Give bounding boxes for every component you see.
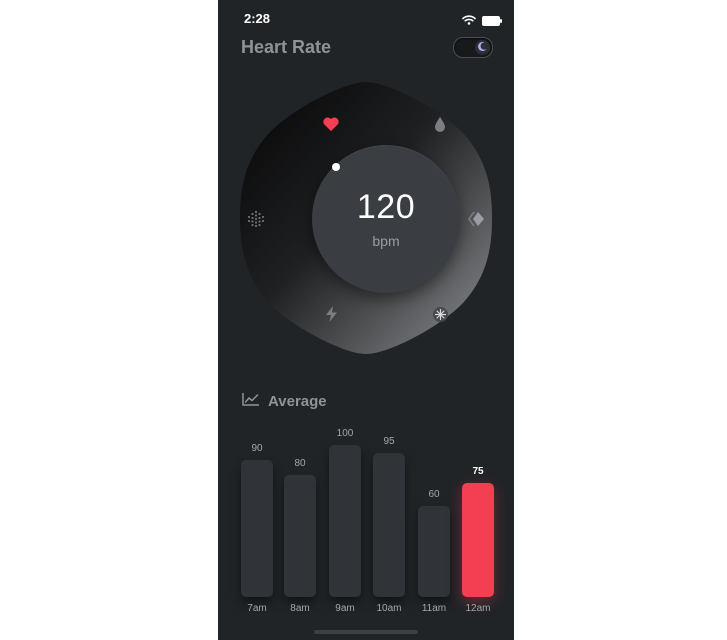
bar-value-label: 100 xyxy=(336,428,354,439)
toggle-knob xyxy=(475,40,490,55)
heart-icon[interactable] xyxy=(320,113,342,135)
compass-icon[interactable] xyxy=(429,303,451,325)
moon-icon xyxy=(477,39,488,57)
status-icons xyxy=(462,12,502,30)
lightning-icon[interactable] xyxy=(320,303,342,325)
line-chart-icon xyxy=(242,392,260,411)
bar[interactable] xyxy=(329,445,361,597)
average-header: Average xyxy=(242,392,327,411)
bar-value-label: 80 xyxy=(294,458,306,469)
bar[interactable] xyxy=(373,453,405,597)
bar-column-10am[interactable]: 95 10am xyxy=(373,420,405,620)
bar[interactable] xyxy=(462,483,494,597)
bar-value-label: 90 xyxy=(251,443,263,454)
bpm-value: 120 xyxy=(356,188,416,226)
bpm-unit: bpm xyxy=(372,233,400,249)
status-time: 2:28 xyxy=(244,11,271,26)
water-drop-icon[interactable] xyxy=(429,113,451,135)
bar-category-label: 11am xyxy=(421,603,447,614)
dial-indicator-dot[interactable] xyxy=(332,163,340,171)
hourly-bar-chart: 90 7am 80 8am 100 9am 95 10am 60 11am 75 12am xyxy=(218,420,514,620)
bar-category-label: 10am xyxy=(376,603,402,614)
wifi-icon xyxy=(462,12,476,30)
bar-column-7am[interactable]: 90 7am xyxy=(241,420,273,620)
bar-category-label: 12am xyxy=(465,603,491,614)
page-title: Heart Rate xyxy=(241,37,332,57)
status-bar: 2:28 xyxy=(218,0,514,34)
bar[interactable] xyxy=(284,475,316,597)
bar-column-11am[interactable]: 60 11am xyxy=(418,420,450,620)
bar-category-label: 8am xyxy=(290,603,310,614)
bar-column-12am[interactable]: 75 12am xyxy=(462,420,494,620)
average-label: Average xyxy=(268,393,327,410)
diamond-icon[interactable] xyxy=(465,208,487,230)
bar-category-label: 7am xyxy=(247,603,267,614)
bar[interactable] xyxy=(418,506,450,597)
theme-toggle[interactable] xyxy=(453,37,493,58)
home-indicator[interactable] xyxy=(314,630,418,634)
bar-value-label: 75 xyxy=(472,466,484,477)
heart-rate-dial: 120 bpm xyxy=(238,80,494,356)
battery-icon xyxy=(482,16,502,26)
bar-column-8am[interactable]: 80 8am xyxy=(284,420,316,620)
dots-grid-icon[interactable] xyxy=(245,208,267,230)
bar-value-label: 95 xyxy=(383,436,395,447)
bar[interactable] xyxy=(241,460,273,597)
bar-value-label: 60 xyxy=(428,489,440,500)
bar-category-label: 9am xyxy=(335,603,355,614)
phone-screen: 2:28 Heart Rate 120 bpm Average 90 7am 8… xyxy=(218,0,514,640)
bar-column-9am[interactable]: 100 9am xyxy=(329,420,361,620)
